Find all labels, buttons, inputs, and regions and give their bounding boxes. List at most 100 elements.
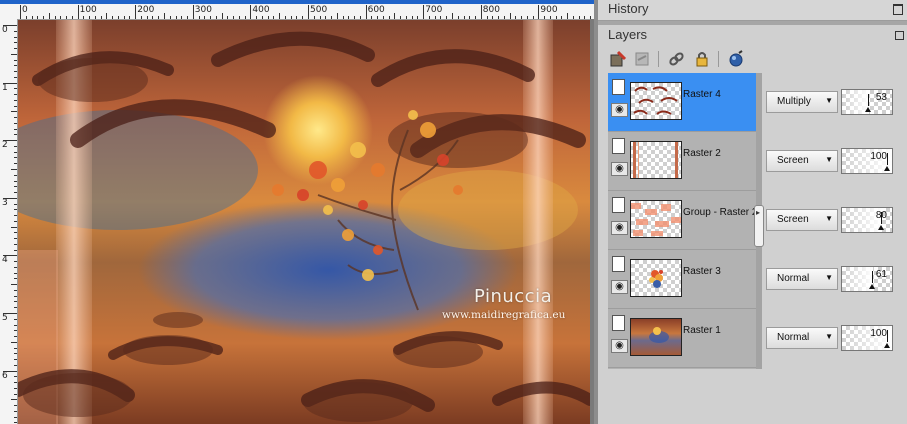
ruler-tick bbox=[118, 16, 119, 19]
ruler-tick bbox=[101, 16, 102, 19]
lock-icon[interactable] bbox=[692, 49, 712, 69]
ruler-tick bbox=[366, 5, 367, 19]
opacity-marker[interactable] bbox=[868, 271, 876, 289]
ruler-tick bbox=[458, 16, 459, 19]
visibility-eye-icon[interactable]: ◉ bbox=[611, 221, 628, 235]
layer-thumbnail bbox=[630, 259, 682, 297]
opacity-value: 53 bbox=[875, 92, 887, 103]
visibility-eye-icon[interactable]: ◉ bbox=[611, 103, 628, 117]
blend-mode-select[interactable]: Screen ▼ bbox=[766, 150, 838, 172]
blend-mode-select[interactable]: Multiply ▼ bbox=[766, 91, 838, 113]
layers-list: ◉ Raster 4 ◉ Raster 2 ◉ Group - Raster 2… bbox=[608, 73, 757, 369]
ruler-tick bbox=[20, 5, 21, 19]
ruler-tick bbox=[60, 16, 61, 19]
new-layer-icon[interactable] bbox=[608, 49, 628, 69]
ruler-tick bbox=[11, 169, 17, 170]
blend-mode-select[interactable]: Normal ▼ bbox=[766, 327, 838, 349]
ruler-tick bbox=[14, 175, 17, 176]
ruler-tick bbox=[268, 16, 269, 19]
maximize-icon[interactable] bbox=[893, 4, 903, 15]
layer-row-raster-3[interactable]: ◉ Raster 3 bbox=[608, 250, 756, 309]
link-icon[interactable] bbox=[666, 49, 686, 69]
opacity-slider[interactable]: 53 bbox=[841, 89, 893, 115]
layers-list-scrollbar[interactable] bbox=[754, 73, 764, 369]
ruler-tick bbox=[227, 16, 228, 19]
ruler-tick bbox=[343, 16, 344, 19]
layer-row-raster-2[interactable]: ◉ Raster 2 bbox=[608, 132, 756, 191]
ruler-label: 400 bbox=[252, 5, 270, 15]
ruler-tick bbox=[14, 134, 17, 135]
mask-icon[interactable] bbox=[726, 49, 746, 69]
ruler-tick bbox=[239, 16, 240, 19]
visibility-eye-icon[interactable]: ◉ bbox=[611, 280, 628, 294]
ruler-tick bbox=[11, 111, 17, 112]
ruler-tick bbox=[14, 204, 17, 205]
ruler-tick bbox=[14, 319, 17, 320]
delete-layer-icon[interactable] bbox=[632, 49, 652, 69]
visibility-eye-icon[interactable]: ◉ bbox=[611, 339, 628, 353]
ruler-tick bbox=[325, 16, 326, 19]
ruler-tick bbox=[3, 83, 17, 84]
ruler-tick bbox=[504, 16, 505, 19]
ruler-tick bbox=[11, 284, 17, 285]
ruler-tick bbox=[124, 16, 125, 19]
layer-row-raster-4[interactable]: ◉ Raster 4 bbox=[608, 73, 756, 132]
artwork-image[interactable]: Pinuccia www.maidiregrafica.eu bbox=[18, 20, 590, 424]
ruler-tick bbox=[164, 13, 165, 19]
ruler-tick bbox=[14, 232, 17, 233]
ruler-tick bbox=[14, 71, 17, 72]
history-panel: History bbox=[598, 0, 907, 21]
ruler-tick bbox=[14, 209, 17, 210]
opacity-marker[interactable] bbox=[878, 212, 885, 230]
ruler-tick bbox=[14, 388, 17, 389]
artwork-graphic bbox=[18, 20, 590, 424]
blend-mode-value: Normal bbox=[777, 332, 810, 343]
ruler-tick bbox=[83, 16, 84, 19]
ruler-tick bbox=[14, 157, 17, 158]
opacity-slider[interactable]: 100 bbox=[841, 148, 893, 174]
ruler-tick bbox=[14, 100, 17, 101]
visibility-eye-icon[interactable]: ◉ bbox=[611, 162, 628, 176]
ruler-accent-line bbox=[0, 0, 594, 4]
layer-row-raster-1[interactable]: ◉ Raster 1 bbox=[608, 309, 756, 368]
ruler-tick bbox=[3, 255, 17, 256]
opacity-marker[interactable] bbox=[884, 153, 891, 171]
opacity-marker[interactable] bbox=[864, 94, 872, 112]
opacity-slider[interactable]: 61 bbox=[841, 266, 893, 292]
blend-mode-select[interactable]: Screen ▼ bbox=[766, 209, 838, 231]
ruler-tick bbox=[371, 16, 372, 19]
ruler-tick bbox=[498, 16, 499, 19]
ruler-tick bbox=[14, 146, 17, 147]
opacity-slider[interactable]: 100 bbox=[841, 325, 893, 351]
pin-icon[interactable] bbox=[895, 31, 904, 40]
ruler-tick bbox=[533, 16, 534, 19]
ruler-tick bbox=[429, 16, 430, 19]
ruler-tick bbox=[14, 65, 17, 66]
ruler-tick bbox=[475, 16, 476, 19]
opacity-value: 61 bbox=[875, 269, 887, 280]
ruler-tick bbox=[181, 16, 182, 19]
ruler-tick bbox=[14, 181, 17, 182]
opacity-marker[interactable] bbox=[884, 330, 891, 348]
canvas-area[interactable]: 0 100 200 300 400 500 600 700 800 900 0 1 2 3 4 5 6 bbox=[0, 0, 594, 424]
history-panel-title: History bbox=[608, 1, 649, 16]
ruler-tick bbox=[14, 186, 17, 187]
layer-row-group-raster-2[interactable]: ◉ Group - Raster 2 bbox=[608, 191, 757, 250]
ruler-tick bbox=[250, 5, 251, 19]
expand-arrow-icon[interactable] bbox=[754, 205, 764, 247]
ruler-label: 2 bbox=[2, 140, 8, 151]
ruler-label: 0 bbox=[22, 5, 28, 15]
ruler-tick bbox=[129, 16, 130, 19]
blend-mode-value: Screen bbox=[777, 155, 809, 166]
ruler-tick bbox=[446, 16, 447, 19]
ruler-tick bbox=[14, 394, 17, 395]
ruler-tick bbox=[14, 238, 17, 239]
ruler-tick bbox=[14, 117, 17, 118]
opacity-slider[interactable]: 80 bbox=[841, 207, 893, 233]
ruler-tick bbox=[308, 5, 309, 19]
ruler-tick bbox=[233, 16, 234, 19]
blend-mode-select[interactable]: Normal ▼ bbox=[766, 268, 838, 290]
ruler-tick bbox=[3, 140, 17, 141]
ruler-tick bbox=[14, 417, 17, 418]
ruler-tick bbox=[14, 301, 17, 302]
